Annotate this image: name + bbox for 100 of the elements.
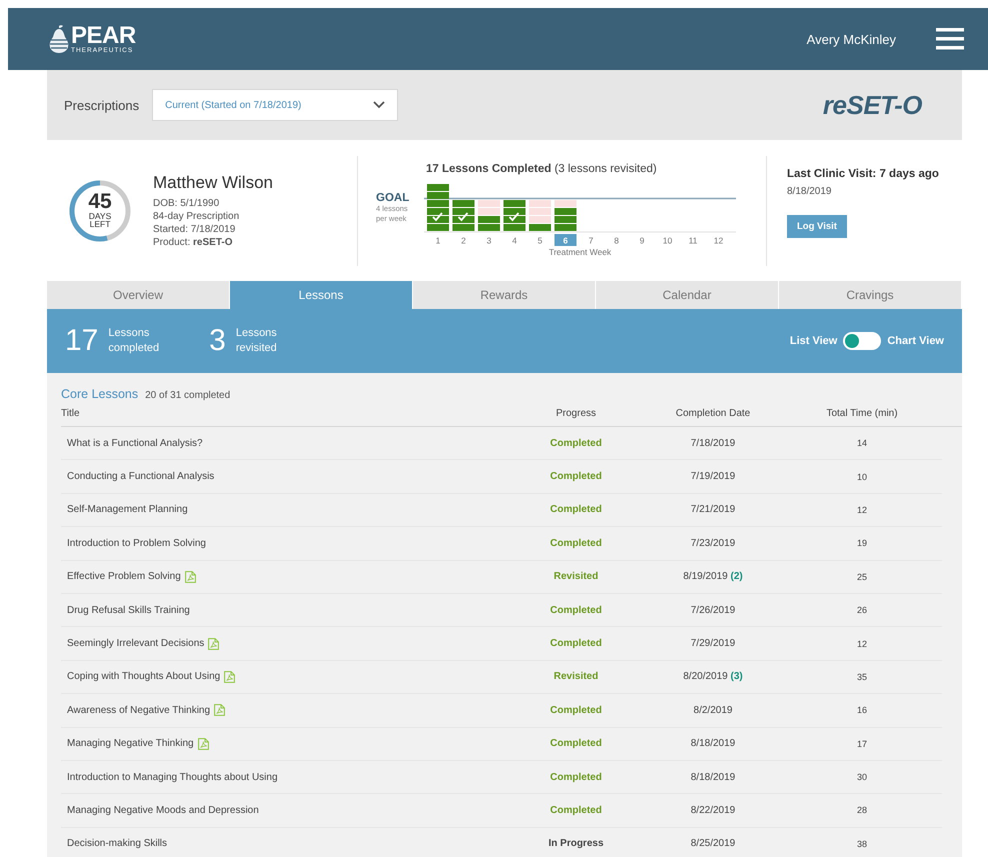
- patient-detail: DOB: 5/1/1990: [153, 196, 220, 210]
- table-cell-text: 7/19/2019: [690, 471, 736, 482]
- lesson-title[interactable]: Introduction to Problem Solving: [67, 538, 206, 549]
- missed-lessons-bar: [529, 198, 551, 222]
- completed-count: 20 of 31 completed: [145, 390, 230, 401]
- lesson-title[interactable]: Decision-making Skills: [67, 838, 168, 850]
- week-label[interactable]: 3: [486, 235, 492, 245]
- lesson-bar: [427, 182, 449, 230]
- week-label[interactable]: 8: [614, 235, 619, 245]
- lesson-bar: [478, 214, 500, 230]
- progress-status: Completed: [549, 704, 603, 716]
- menu-icon[interactable]: [936, 28, 964, 50]
- stat-label: Lessons completed: [108, 326, 160, 356]
- table-cell-text: 7/21/2019: [690, 504, 736, 516]
- week-label[interactable]: 10: [662, 235, 672, 245]
- view-toggle[interactable]: [843, 332, 882, 350]
- lesson-title[interactable]: Introduction to Managing Thoughts about Using: [67, 772, 278, 783]
- week-label[interactable]: 9: [640, 235, 644, 245]
- progress-status: Completed: [549, 804, 603, 816]
- table-cell-text: 7/29/2019: [690, 638, 736, 650]
- lesson-title[interactable]: Drug Refusal Skills Training: [67, 604, 190, 616]
- lesson-title[interactable]: Awareness of Negative Thinking: [67, 704, 210, 716]
- list-view-label: List View: [790, 335, 838, 347]
- patient-name: Matthew Wilson: [153, 172, 273, 194]
- lesson-title[interactable]: Self-Management Planning: [67, 504, 188, 516]
- table-cell-text: 8/22/2019: [690, 804, 736, 816]
- table-cell-text: 8/2/2019: [692, 704, 734, 716]
- brand-name: PEAR: [71, 24, 136, 48]
- table-cell-text: 7/23/2019: [690, 538, 736, 549]
- lesson-title[interactable]: Coping with Thoughts About Using: [67, 671, 220, 682]
- table-cell-text: 8/18/2019: [690, 772, 736, 783]
- pdf-icon[interactable]: [184, 570, 196, 583]
- chart-title: 17 Lessons Completed (3 lessons revisited): [426, 162, 658, 174]
- pdf-icon[interactable]: [214, 704, 226, 716]
- clinic-visit-title: Last Clinic Visit: 7 days ago: [787, 168, 939, 180]
- pdf-icon[interactable]: [198, 738, 209, 750]
- table-cell-text: 12: [856, 638, 868, 649]
- tab[interactable]: Overview: [47, 281, 230, 309]
- progress-status: Completed: [549, 738, 603, 750]
- week-label[interactable]: 11: [688, 235, 698, 245]
- patient-detail: 84-day Prescription: [153, 210, 240, 223]
- week-label[interactable]: 6: [563, 235, 568, 245]
- patient-detail: Product: reSET-O: [153, 236, 234, 249]
- table-cell-text: 28: [856, 805, 868, 816]
- clinic-visit-date: 8/18/2019: [787, 186, 832, 197]
- pear-logo-icon: [48, 24, 70, 54]
- progress-status: In Progress: [547, 838, 605, 850]
- table-cell-text: 19: [856, 538, 868, 548]
- user-name[interactable]: Avery McKinley: [806, 32, 896, 46]
- week-label[interactable]: 5: [538, 235, 542, 245]
- lesson-bar: [554, 206, 576, 230]
- week-label[interactable]: 4: [512, 235, 517, 245]
- check-icon: [458, 212, 468, 221]
- progress-status: Completed: [549, 538, 603, 549]
- table-cell-text: 17: [856, 738, 868, 749]
- tab[interactable]: Calendar: [596, 281, 779, 309]
- table-cell-text: 8/25/2019: [690, 838, 736, 850]
- table-cell-text: 10: [856, 472, 868, 482]
- table-cell-text: 8/19/2019 (2): [682, 571, 744, 582]
- log-visit-button[interactable]: Log Visit: [787, 215, 847, 238]
- table-cell-text: 30: [856, 772, 868, 782]
- table-cell-text: 35: [856, 672, 868, 682]
- lesson-title[interactable]: Managing Negative Thinking: [67, 738, 194, 750]
- section-title: Core Lessons: [61, 387, 138, 401]
- lesson-title[interactable]: Conducting a Functional Analysis: [67, 471, 214, 482]
- stat-number: 3: [209, 324, 226, 358]
- progress-status: Completed: [549, 504, 603, 516]
- progress-status: Revisited: [552, 571, 600, 582]
- table-cell-text: 38: [856, 838, 868, 849]
- prescriptions-label: Prescriptions: [64, 98, 140, 112]
- week-label[interactable]: 2: [461, 235, 466, 245]
- tab[interactable]: Rewards: [413, 281, 596, 309]
- progress-status: Completed: [549, 471, 603, 482]
- table-cell-text: 8/18/2019: [690, 738, 736, 750]
- table-cell-text: 7/26/2019: [690, 604, 736, 616]
- lesson-title[interactable]: Managing Negative Moods and Depression: [67, 804, 259, 816]
- progress-status: Completed: [549, 638, 603, 650]
- prescription-select[interactable]: Current (Started on 7/18/2019): [152, 89, 398, 121]
- tab[interactable]: Lessons: [230, 281, 413, 309]
- progress-status: Completed: [549, 604, 603, 616]
- check-icon: [508, 212, 520, 221]
- days-left-ring: [67, 178, 133, 244]
- lesson-title[interactable]: Effective Problem Solving: [67, 571, 181, 582]
- table-cell-text: 14: [856, 438, 868, 448]
- pdf-icon[interactable]: [208, 638, 220, 650]
- column-header: Progress: [554, 408, 597, 419]
- progress-status: Completed: [549, 772, 603, 783]
- week-label[interactable]: 12: [714, 235, 724, 245]
- column-header: Total Time (min): [825, 408, 899, 419]
- lesson-title[interactable]: What is a Functional Analysis?: [67, 438, 203, 449]
- axis-title: Treatment Week: [548, 246, 612, 256]
- lesson-title[interactable]: Seemingly Irrelevant Decisions: [67, 638, 204, 650]
- days-left-number: 45: [88, 192, 112, 212]
- pdf-icon[interactable]: [224, 670, 236, 683]
- lesson-bar: [452, 198, 474, 230]
- tab[interactable]: Cravings: [779, 281, 962, 309]
- week-label[interactable]: 7: [588, 235, 594, 245]
- days-caption: DAYS: [88, 212, 112, 220]
- week-label[interactable]: 1: [436, 235, 440, 245]
- table-cell-text: 25: [856, 572, 868, 582]
